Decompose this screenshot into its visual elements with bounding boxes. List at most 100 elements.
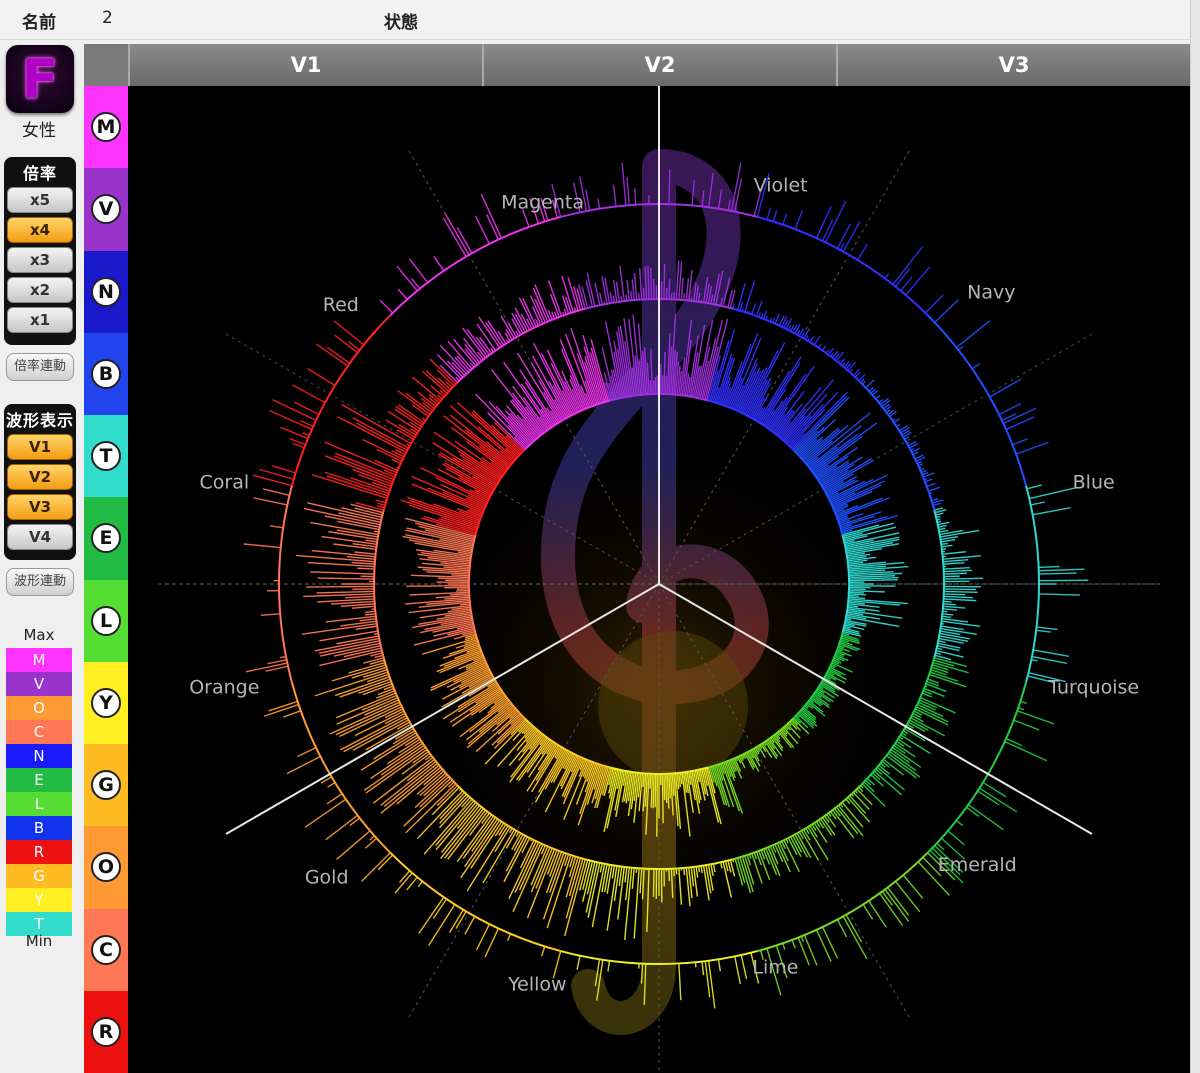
legend-item-r: R	[6, 840, 72, 864]
waveform-bar	[939, 529, 949, 533]
waveform-bar	[621, 162, 627, 206]
waveform-bar	[351, 561, 375, 565]
magnification-x2-button[interactable]: x2	[7, 277, 73, 303]
waveform-bar	[941, 544, 953, 548]
colorbar-cell-g[interactable]: G	[84, 744, 128, 827]
waveform-bar	[396, 265, 418, 292]
magnification-x3-button[interactable]: x3	[7, 247, 73, 273]
colorbar-letter: L	[91, 605, 121, 636]
waveform-bar	[940, 539, 956, 543]
column-header-v2[interactable]: V2	[482, 44, 836, 86]
magnification-x5-button[interactable]: x5	[7, 187, 73, 213]
waveform-bar	[821, 926, 839, 959]
waveform-bar	[663, 263, 666, 300]
magnification-panel: 倍率 x5 x4 x3 x2 x1	[4, 157, 76, 345]
waveform-bar	[1038, 593, 1080, 596]
waveform-bar	[989, 378, 1022, 398]
waveform-bar	[243, 543, 281, 549]
waveform-bar	[845, 914, 863, 943]
column-header-v1[interactable]: V1	[128, 44, 482, 86]
waveform-v3-button[interactable]: V3	[7, 494, 73, 520]
waveform-bar	[943, 588, 976, 591]
waveform-bar	[365, 539, 378, 543]
colorbar-cell-o[interactable]: O	[84, 826, 128, 909]
waveform-bar	[1036, 629, 1051, 633]
waveform-bar	[926, 482, 936, 488]
waveform-bar	[433, 255, 445, 272]
colorbar-cell-e[interactable]: E	[84, 497, 128, 580]
waveform-bar	[599, 292, 603, 305]
waveform-bar	[924, 478, 933, 483]
waveform-bar	[339, 706, 403, 738]
waveform-bar	[291, 384, 326, 404]
colorbar-cell-n[interactable]: N	[84, 250, 128, 333]
waveform-bar	[943, 561, 965, 565]
waveform-bar	[607, 960, 611, 972]
waveform-bar	[374, 654, 384, 659]
waveform-bar	[707, 960, 716, 1009]
waveform-bar	[803, 328, 811, 339]
colorbar-cell-m[interactable]: M	[84, 86, 128, 169]
waveform-bar	[943, 598, 977, 602]
waveform-v1-button[interactable]: V1	[7, 434, 73, 460]
colorbar-letter: T	[91, 441, 121, 472]
waveform-bar	[862, 904, 874, 920]
waveform-bar	[631, 279, 635, 301]
waveform-bar	[772, 210, 778, 222]
sector-label-coral: Coral	[200, 472, 250, 494]
waveform-bar	[484, 928, 500, 958]
waveform-bar	[475, 923, 491, 951]
waveform-bar	[612, 184, 617, 207]
colorbar-cell-l[interactable]: L	[84, 579, 128, 662]
waveform-bar	[619, 265, 625, 302]
colorbar-cell-c[interactable]: C	[84, 908, 128, 991]
colorbar-cell-y[interactable]: Y	[84, 661, 128, 744]
waveform-bar	[848, 591, 865, 594]
colorbar-cell-b[interactable]: B	[84, 332, 128, 415]
legend-item-n: N	[6, 744, 72, 768]
magnification-link-button[interactable]: 倍率連動	[6, 353, 74, 381]
column-header-v3[interactable]: V3	[836, 44, 1190, 86]
sector-label-navy: Navy	[967, 282, 1015, 304]
legend-item-c: C	[6, 720, 72, 744]
waveform-bar	[351, 605, 375, 609]
magnification-x1-button[interactable]: x1	[7, 307, 73, 333]
waveform-v2-button[interactable]: V2	[7, 464, 73, 490]
colorbar-cell-v[interactable]: V	[84, 168, 128, 251]
waveform-bar	[739, 301, 744, 311]
waveform-bar	[1036, 626, 1058, 631]
waveform-bar	[942, 613, 954, 616]
colorbar-cell-r[interactable]: R	[84, 990, 128, 1073]
waveform-bar	[751, 303, 757, 315]
magnification-x4-button[interactable]: x4	[7, 217, 73, 243]
waveform-v4-button[interactable]: V4	[7, 524, 73, 550]
gender-label: 女性	[22, 121, 56, 141]
top-bar: 名前 2 状態	[0, 0, 1190, 40]
waveform-bar	[561, 275, 574, 313]
column-header: V1 V2 V3	[128, 44, 1190, 86]
waveform-bar	[315, 343, 349, 367]
waveform-bar	[376, 505, 385, 509]
waveform-bar	[326, 346, 351, 364]
waveform-bar	[443, 415, 510, 468]
waveform-bar	[1030, 501, 1045, 506]
waveform-bar	[1005, 737, 1023, 747]
legend-min-label: Min	[25, 932, 53, 950]
colorbar-letter: E	[91, 523, 121, 554]
waveform-bar	[310, 571, 375, 575]
waveform-bar	[766, 207, 772, 220]
colorbar-letter: N	[91, 276, 121, 307]
color-wheel-visualizer[interactable]: Violet Navy Blue Turquoise Emerald Lime Yellow…	[128, 86, 1190, 1073]
sector-label-red: Red	[323, 294, 359, 316]
legend-item-l: L	[6, 792, 72, 816]
waveform-link-button[interactable]: 波形連動	[6, 568, 74, 596]
sector-label-magenta: Magenta	[501, 191, 584, 213]
colorbar-cell-t[interactable]: T	[84, 415, 128, 498]
waveform-bar	[479, 336, 493, 354]
sector-label-yellow: Yellow	[507, 974, 567, 996]
scrollbar[interactable]	[1190, 0, 1200, 1073]
colorbar-letter: O	[91, 852, 121, 883]
waveform-bar	[824, 200, 847, 243]
waveform-bar	[333, 320, 365, 346]
waveform-bar	[668, 169, 671, 205]
